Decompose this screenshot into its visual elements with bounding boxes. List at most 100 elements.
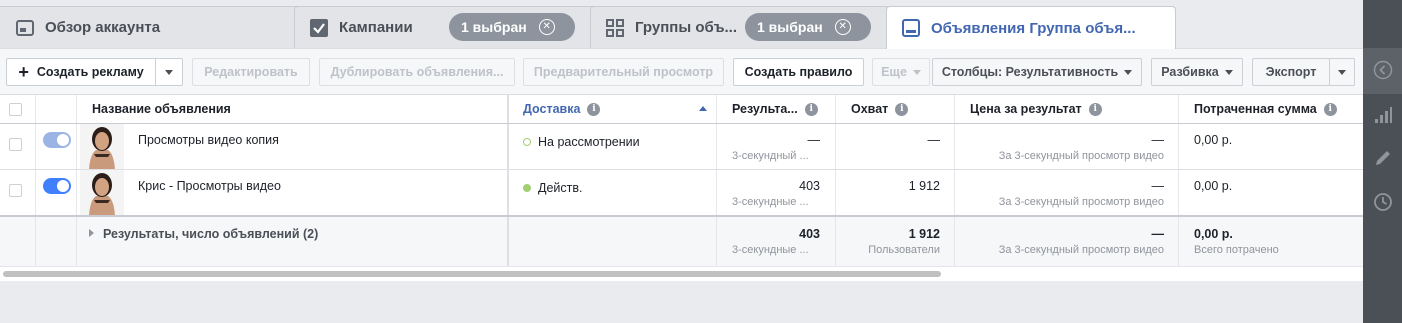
export-dropdown-button[interactable] bbox=[1329, 58, 1355, 86]
summary-results: 403 bbox=[799, 227, 820, 241]
column-header-cost-per-result[interactable]: Цена за результат i bbox=[970, 95, 1102, 123]
account-overview-icon bbox=[15, 18, 35, 38]
reach-value: 1 912 bbox=[908, 179, 940, 193]
chevron-down-icon bbox=[1124, 69, 1133, 75]
plus-icon: + bbox=[18, 62, 29, 82]
checkbox-icon bbox=[309, 18, 329, 38]
ad-toggle[interactable] bbox=[43, 132, 71, 148]
summary-label: Результаты, число объявлений (2) bbox=[103, 227, 319, 241]
clear-selection-icon[interactable]: ✕ bbox=[834, 19, 851, 35]
performance-chart-icon[interactable] bbox=[1372, 104, 1394, 126]
duplicate-button[interactable]: Дублировать объявления... bbox=[319, 58, 515, 86]
create-ad-button[interactable]: + Создать рекламу bbox=[6, 58, 156, 86]
sort-ascending-icon bbox=[699, 106, 707, 111]
reach-value: — bbox=[927, 133, 941, 147]
edit-button[interactable]: Редактировать bbox=[192, 58, 310, 86]
spent-value: 0,00 р. bbox=[1194, 133, 1233, 147]
chevron-down-icon bbox=[1338, 69, 1346, 75]
preview-button[interactable]: Предварительный просмотр bbox=[523, 58, 724, 86]
summary-cost-sublabel: За 3-секундный просмотр видео bbox=[998, 244, 1164, 256]
summary-spent: 0,00 р. bbox=[1194, 227, 1233, 241]
more-button[interactable]: Еще bbox=[872, 58, 930, 86]
column-divider bbox=[1178, 217, 1179, 266]
column-divider bbox=[35, 217, 36, 266]
cost-value: — bbox=[1151, 133, 1165, 147]
summary-row bbox=[0, 217, 1363, 266]
cost-sublabel: За 3-секундный просмотр видео bbox=[998, 150, 1164, 162]
column-header-name[interactable]: Название объявления bbox=[92, 95, 231, 123]
summary-results-sublabel: 3-секундные ... bbox=[732, 244, 809, 256]
info-icon[interactable]: i bbox=[895, 102, 909, 116]
create-ad-dropdown-button[interactable] bbox=[155, 58, 183, 86]
results-sublabel: 3-секундные ... bbox=[732, 196, 809, 208]
history-clock-icon[interactable] bbox=[1372, 191, 1394, 213]
column-divider bbox=[716, 217, 717, 266]
column-divider bbox=[76, 217, 77, 266]
clear-selection-icon[interactable]: ✕ bbox=[538, 19, 555, 35]
campaigns-selected-pill[interactable]: 1 выбран ✕ bbox=[449, 13, 575, 41]
tab-label: Группы объ... bbox=[635, 19, 738, 36]
results-value: — bbox=[807, 133, 821, 147]
cost-sublabel: За 3-секундный просмотр видео bbox=[998, 196, 1164, 208]
tab-label: Обзор аккаунта bbox=[45, 19, 161, 36]
info-icon[interactable]: i bbox=[587, 102, 601, 116]
chevron-down-icon bbox=[1224, 69, 1233, 75]
edit-pencil-icon[interactable] bbox=[1372, 147, 1394, 169]
selected-count: 1 выбран bbox=[757, 19, 823, 35]
column-header-results[interactable]: Результа... i bbox=[732, 95, 818, 123]
toolbar: + Создать рекламу Редактировать Дублиров… bbox=[0, 48, 1363, 94]
tab-label: Кампании bbox=[339, 19, 413, 36]
columns-dropdown[interactable]: Столбцы: Результативность bbox=[932, 58, 1142, 86]
column-divider bbox=[954, 217, 955, 266]
export-button[interactable]: Экспорт bbox=[1252, 58, 1330, 86]
tab-ads[interactable]: Объявления Группа объя... bbox=[886, 6, 1176, 49]
expand-triangle-icon[interactable] bbox=[89, 229, 94, 237]
ad-name[interactable]: Крис - Просмотры видео bbox=[138, 179, 281, 193]
summary-reach: 1 912 bbox=[908, 227, 940, 241]
summary-reach-sublabel: Пользователи bbox=[868, 244, 940, 256]
column-header-reach[interactable]: Охват i bbox=[851, 95, 909, 123]
delivery-status: Действ. bbox=[523, 181, 583, 195]
ad-name[interactable]: Просмотры видео копия bbox=[138, 133, 279, 147]
create-rule-button[interactable]: Создать правило bbox=[733, 58, 864, 86]
ad-thumbnail[interactable] bbox=[80, 170, 124, 216]
column-divider bbox=[507, 217, 509, 266]
summary-cost: — bbox=[1151, 227, 1165, 241]
column-header-amount-spent[interactable]: Потраченная сумма i bbox=[1194, 95, 1337, 123]
header-divider bbox=[0, 123, 1363, 124]
row-checkbox[interactable] bbox=[9, 184, 22, 197]
status-active-icon bbox=[523, 184, 531, 192]
info-icon[interactable]: i bbox=[1323, 102, 1337, 116]
ads-table: Название объявления Доставка i Результа.… bbox=[0, 94, 1363, 281]
results-value: 403 bbox=[799, 179, 820, 193]
tab-adsets[interactable]: Группы объ... 1 выбран ✕ bbox=[590, 6, 890, 48]
selected-count: 1 выбран bbox=[461, 19, 527, 35]
horizontal-scrollbar[interactable] bbox=[0, 266, 1363, 281]
tab-label: Объявления Группа объя... bbox=[931, 19, 1136, 37]
tab-bar: Обзор аккаунта Кампании 1 выбран ✕ Групп… bbox=[0, 0, 1363, 49]
status-pending-icon bbox=[523, 138, 531, 146]
column-header-delivery[interactable]: Доставка i bbox=[523, 95, 711, 123]
info-icon[interactable]: i bbox=[1088, 102, 1102, 116]
breakdown-dropdown[interactable]: Разбивка bbox=[1151, 58, 1243, 86]
info-icon[interactable]: i bbox=[804, 102, 818, 116]
row-checkbox[interactable] bbox=[9, 138, 22, 151]
grid-icon bbox=[605, 18, 625, 38]
scrollbar-thumb[interactable] bbox=[3, 271, 941, 277]
chevron-down-icon bbox=[912, 69, 921, 75]
column-divider bbox=[835, 217, 836, 266]
chevron-down-icon bbox=[165, 69, 173, 75]
collapse-panel-icon[interactable] bbox=[1372, 59, 1394, 81]
tab-account-overview[interactable]: Обзор аккаунта bbox=[0, 6, 312, 48]
ad-thumbnail[interactable] bbox=[80, 124, 124, 170]
results-sublabel: 3-секундный ... bbox=[732, 150, 809, 162]
right-side-panel bbox=[1363, 0, 1402, 323]
delivery-status: На рассмотрении bbox=[523, 135, 640, 149]
select-all-checkbox[interactable] bbox=[9, 103, 22, 116]
summary-spent-sublabel: Всего потрачено bbox=[1194, 244, 1279, 256]
tab-campaigns[interactable]: Кампании 1 выбран ✕ bbox=[294, 6, 604, 48]
spent-value: 0,00 р. bbox=[1194, 179, 1233, 193]
ad-toggle[interactable] bbox=[43, 178, 71, 194]
adsets-selected-pill[interactable]: 1 выбран ✕ bbox=[745, 13, 871, 41]
row-divider bbox=[0, 169, 1363, 170]
